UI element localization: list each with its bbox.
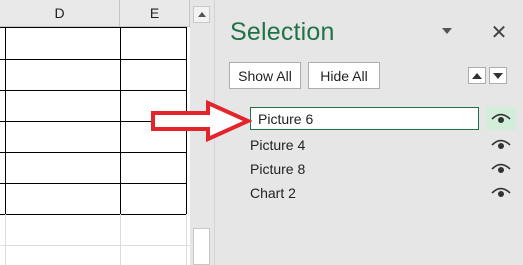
grid-line [120,214,121,265]
grid-line [5,214,6,265]
grid-line [0,183,187,184]
hide-all-button[interactable]: Hide All [308,62,380,89]
eye-icon[interactable] [491,185,511,199]
grid-line [0,27,187,28]
selection-item-picture-8[interactable]: Picture 8 [250,159,305,179]
triangle-down-icon [493,72,503,79]
grid-line [186,214,187,265]
triangle-up-icon [472,72,482,79]
grid-line [0,152,187,153]
selection-item-picture-6[interactable]: Picture 6 [250,107,479,130]
eye-icon[interactable] [491,161,511,175]
show-all-button[interactable]: Show All [229,62,301,89]
grid-line [0,59,187,60]
bring-forward-button[interactable] [468,67,486,84]
eye-icon[interactable] [491,137,511,151]
column-header-d[interactable]: D [0,0,120,27]
scroll-up-button[interactable] [193,6,210,23]
scroll-thumb[interactable] [193,228,210,265]
pane-title: Selection [230,18,335,46]
red-arrow-icon [151,100,252,142]
grid-line [0,214,187,215]
selection-item-picture-4[interactable]: Picture 4 [250,135,305,155]
send-backward-button[interactable] [489,67,507,84]
eye-icon[interactable] [491,111,511,125]
task-pane-options-icon[interactable] [442,28,452,34]
grid-line [0,245,190,246]
selection-item-chart-2[interactable]: Chart 2 [250,183,296,203]
selection-pane: Selection ✕ Show All Hide All Picture 6 … [214,0,523,265]
chevron-up-icon [197,12,206,17]
close-icon[interactable]: ✕ [490,20,508,45]
grid-line [0,90,187,91]
column-header-e[interactable]: E [120,0,190,27]
